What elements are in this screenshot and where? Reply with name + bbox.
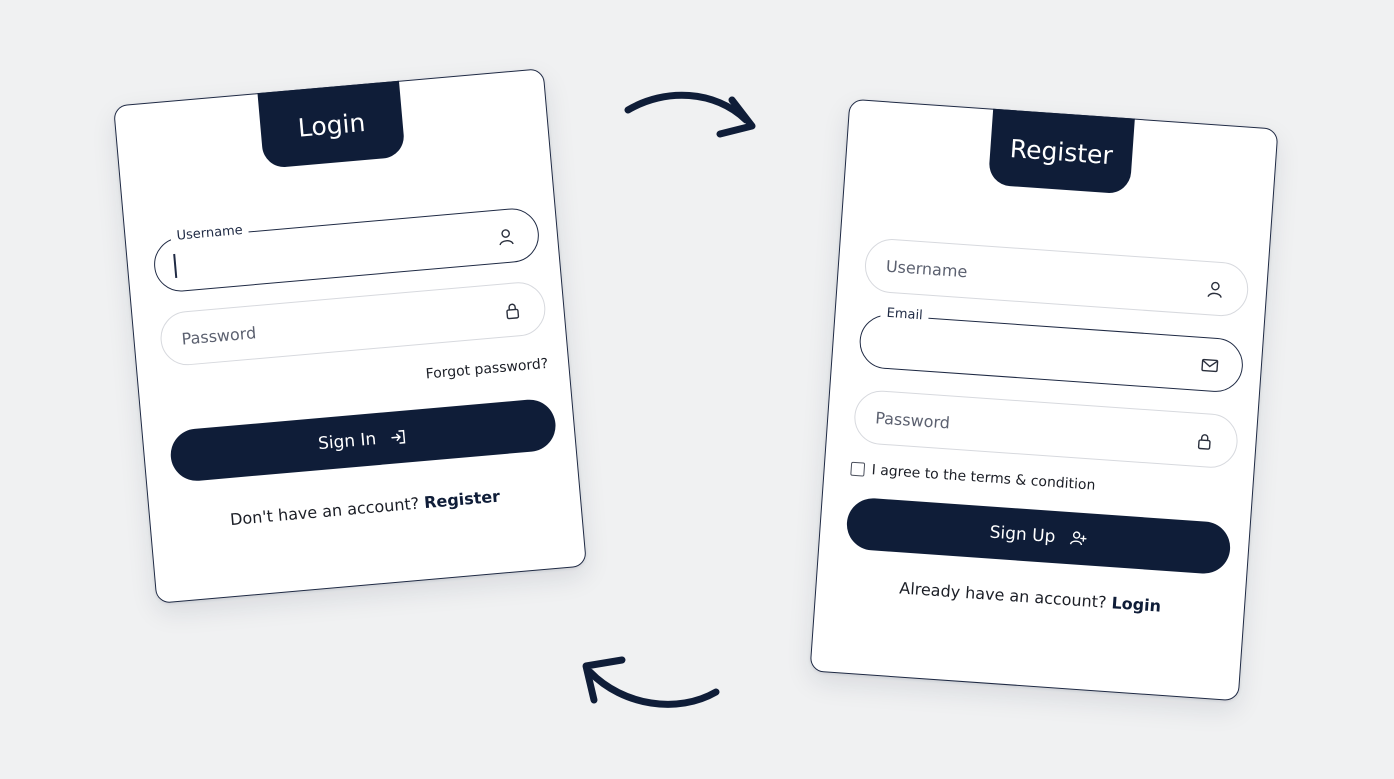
email-label: Email [880,305,930,324]
register-email-field[interactable]: Email [857,305,1245,394]
terms-row: I agree to the terms & condition [850,461,1096,494]
login-username-field[interactable]: Username [151,206,542,294]
password-placeholder: Password [874,408,951,433]
register-password-field[interactable]: Password [852,388,1240,470]
stage: Login Username Password Forgot password?… [0,0,1394,779]
forgot-password-link[interactable]: Forgot password? [425,356,549,383]
login-title: Login [296,107,367,143]
terms-label: I agree to the terms & condition [871,462,1096,494]
lock-icon [506,303,520,320]
register-username-field[interactable]: Username [863,237,1250,318]
login-prompt-text: Already have an account? [898,578,1108,612]
register-header-tab: Register [987,108,1135,195]
login-prompt: Already have an account? Login [816,573,1244,622]
sign-up-button[interactable]: Sign Up [845,496,1232,576]
password-placeholder: Password [180,323,257,349]
sign-in-button[interactable]: Sign In [168,397,558,483]
text-caret [173,253,177,279]
register-title: Register [1009,133,1114,170]
login-header-tab: Login [257,80,406,169]
arrow-right-icon [624,91,756,138]
register-card: Register Username Email Password I agree… [809,98,1279,702]
terms-checkbox[interactable] [850,461,866,477]
sign-up-label: Sign Up [989,522,1057,548]
user-icon [1207,281,1222,298]
sign-in-label: Sign In [317,429,378,455]
username-placeholder: Username [885,256,968,282]
user-icon [499,229,514,246]
login-card: Login Username Password Forgot password?… [113,68,587,604]
register-prompt: Don't have an account? Register [150,480,580,536]
add-user-icon [1069,531,1087,546]
username-label: Username [170,222,250,245]
register-link[interactable]: Register [423,487,500,513]
login-password-field[interactable]: Password [158,279,548,368]
login-icon [391,429,406,444]
mail-icon [1201,358,1219,373]
login-link[interactable]: Login [1111,593,1162,615]
lock-icon [1197,434,1211,450]
arrow-left-icon [582,656,720,708]
register-prompt-text: Don't have an account? [229,493,420,530]
